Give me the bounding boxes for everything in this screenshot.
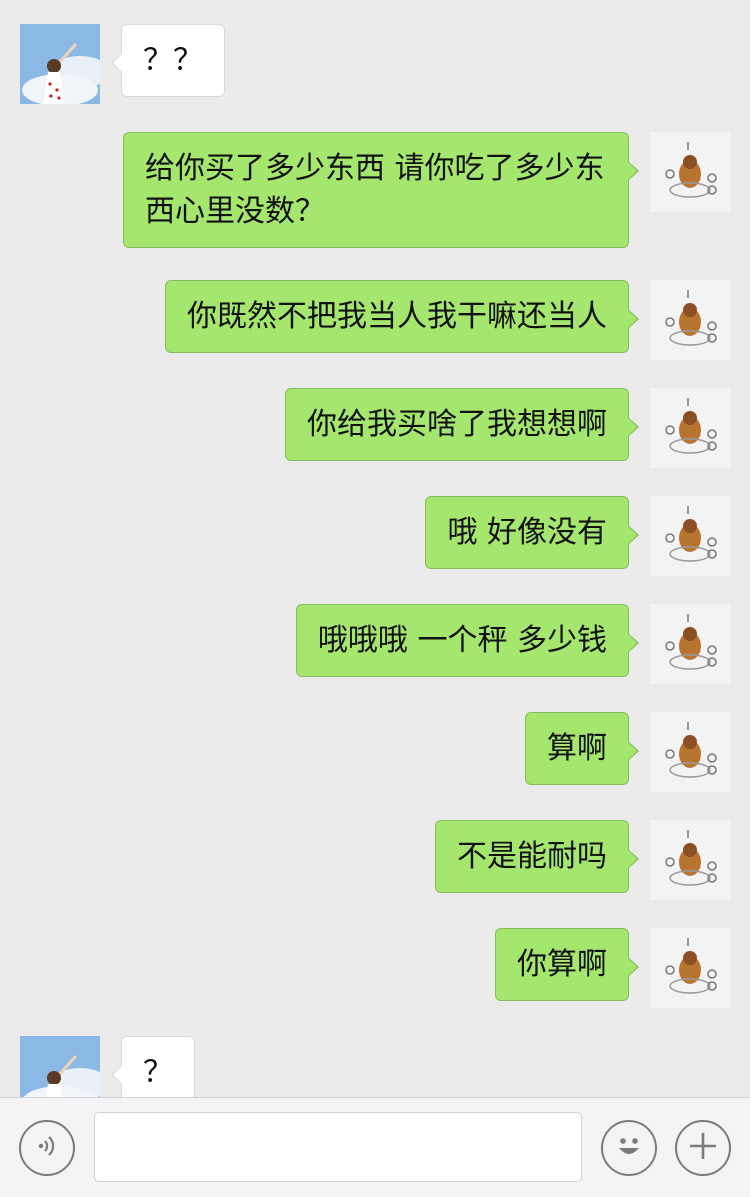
contact-avatar[interactable]	[20, 24, 100, 104]
self-avatar[interactable]	[650, 280, 730, 360]
emoji-icon	[609, 1126, 649, 1170]
message-bubble-received[interactable]: ？	[111, 1036, 195, 1097]
self-avatar[interactable]	[650, 388, 730, 468]
more-button[interactable]	[675, 1120, 731, 1176]
self-avatar[interactable]	[650, 132, 730, 212]
self-avatar[interactable]	[650, 496, 730, 576]
message-bubble-sent[interactable]: 不是能耐吗	[435, 820, 639, 893]
message-bubble-sent[interactable]: 你既然不把我当人我干嘛还当人	[165, 280, 639, 353]
voice-button[interactable]	[19, 1120, 75, 1176]
message-bubble-sent[interactable]: 哦哦哦 一个秤 多少钱	[295, 604, 640, 677]
message-bubble-sent[interactable]: 你算啊	[495, 928, 639, 1001]
message-bubble-received[interactable]: ？？	[111, 24, 225, 97]
contact-avatar[interactable]	[20, 1036, 100, 1097]
self-avatar[interactable]	[650, 928, 730, 1008]
message-bubble-sent[interactable]: 哦 好像没有	[425, 496, 639, 569]
voice-icon	[32, 1131, 62, 1165]
self-avatar[interactable]	[650, 712, 730, 792]
self-avatar[interactable]	[650, 820, 730, 900]
input-toolbar	[0, 1097, 750, 1197]
message-input[interactable]	[94, 1112, 582, 1182]
self-avatar[interactable]	[650, 604, 730, 684]
plus-icon	[686, 1129, 720, 1167]
chat-area[interactable]: ？？ 给你买了多少东西 请你吃了多少东西心里没数？ 你既然不把我当人我干嘛还当人	[0, 0, 750, 1097]
message-bubble-sent[interactable]: 你给我买啥了我想想啊	[285, 388, 639, 461]
emoji-button[interactable]	[601, 1120, 657, 1176]
message-bubble-sent[interactable]: 算啊	[525, 712, 639, 785]
message-bubble-sent[interactable]: 给你买了多少东西 请你吃了多少东西心里没数？	[123, 132, 639, 248]
